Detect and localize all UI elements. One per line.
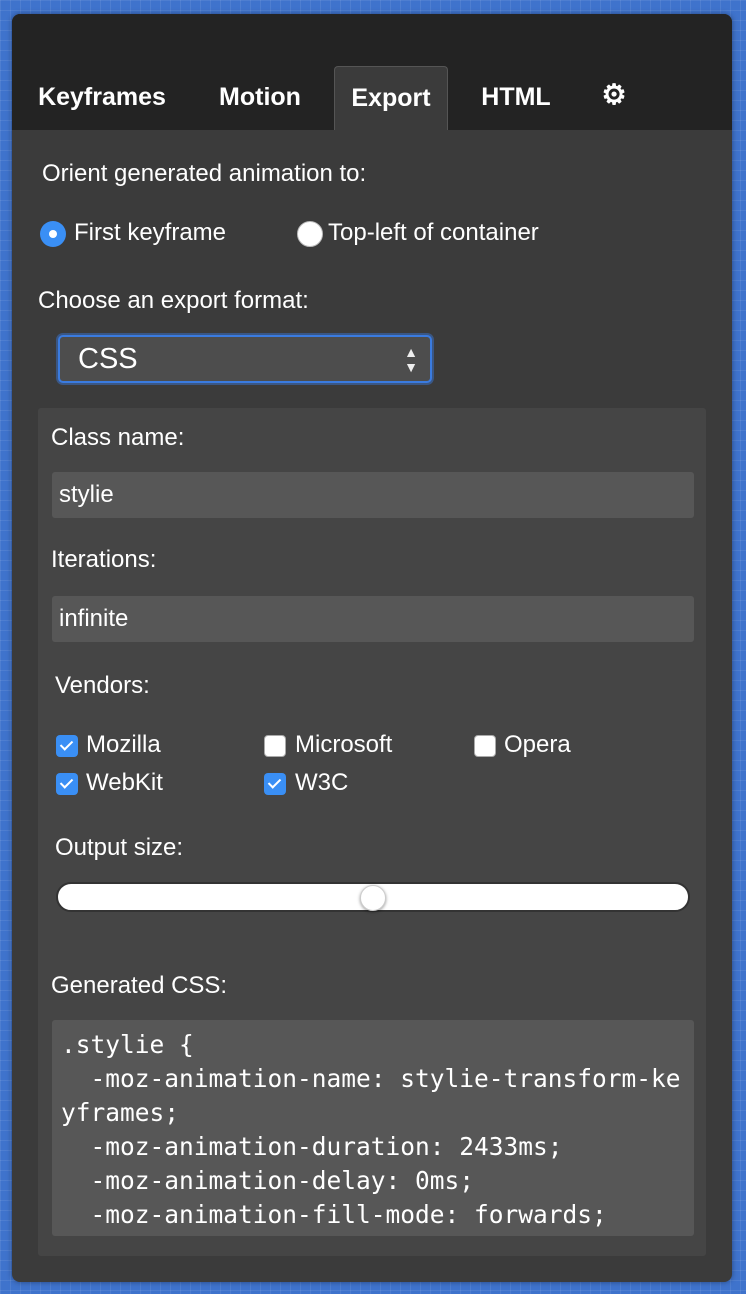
checkbox-mozilla[interactable] — [56, 735, 78, 757]
tab-motion[interactable]: Motion — [202, 66, 318, 130]
checkbox-w3c-label[interactable]: W3C — [295, 769, 348, 797]
output-size-label: Output size: — [55, 834, 184, 861]
tab-html[interactable]: HTML — [468, 66, 564, 130]
radio-top-left[interactable] — [297, 221, 323, 247]
export-format-value: CSS — [78, 343, 138, 375]
export-content: Orient generated animation to: First key… — [12, 130, 732, 1282]
select-arrows-icon: ▲ ▼ — [404, 344, 418, 375]
checkbox-webkit-label[interactable]: WebKit — [86, 769, 163, 797]
generated-css-code: .stylie { -moz-animation-name: stylie-tr… — [52, 1020, 694, 1236]
vendors-label: Vendors: — [55, 672, 150, 699]
checkbox-w3c[interactable] — [264, 773, 286, 795]
radio-first-keyframe-label[interactable]: First keyframe — [74, 219, 226, 247]
export-format-label: Choose an export format: — [38, 287, 309, 314]
tab-bar: Keyframes Motion Export HTML ⚙ — [12, 14, 732, 130]
radio-top-left-label[interactable]: Top-left of container — [328, 219, 539, 247]
class-name-label: Class name: — [51, 424, 185, 451]
tab-keyframes[interactable]: Keyframes — [24, 66, 180, 130]
export-panel: Keyframes Motion Export HTML ⚙ Orient ge… — [12, 14, 732, 1282]
checkbox-microsoft[interactable] — [264, 735, 286, 757]
orient-label: Orient generated animation to: — [42, 160, 367, 187]
tab-settings[interactable]: ⚙ — [592, 66, 636, 130]
output-size-slider-thumb[interactable] — [360, 885, 386, 911]
checkbox-mozilla-label[interactable]: Mozilla — [86, 731, 161, 759]
css-options-section: Class name: Iterations: Vendors: Mozilla… — [38, 408, 706, 1256]
export-format-select[interactable]: CSS ▲ ▼ — [58, 335, 432, 383]
checkbox-microsoft-label[interactable]: Microsoft — [295, 731, 392, 759]
checkbox-webkit[interactable] — [56, 773, 78, 795]
radio-first-keyframe[interactable] — [40, 221, 66, 247]
iterations-label: Iterations: — [51, 546, 157, 573]
class-name-input[interactable] — [52, 472, 694, 518]
checkbox-opera-label[interactable]: Opera — [504, 731, 571, 759]
iterations-input[interactable] — [52, 596, 694, 642]
output-size-slider[interactable] — [56, 882, 690, 912]
checkbox-opera[interactable] — [474, 735, 496, 757]
tab-export[interactable]: Export — [334, 66, 448, 130]
gear-icon: ⚙ — [601, 79, 627, 110]
generated-css-label: Generated CSS: — [51, 972, 228, 999]
